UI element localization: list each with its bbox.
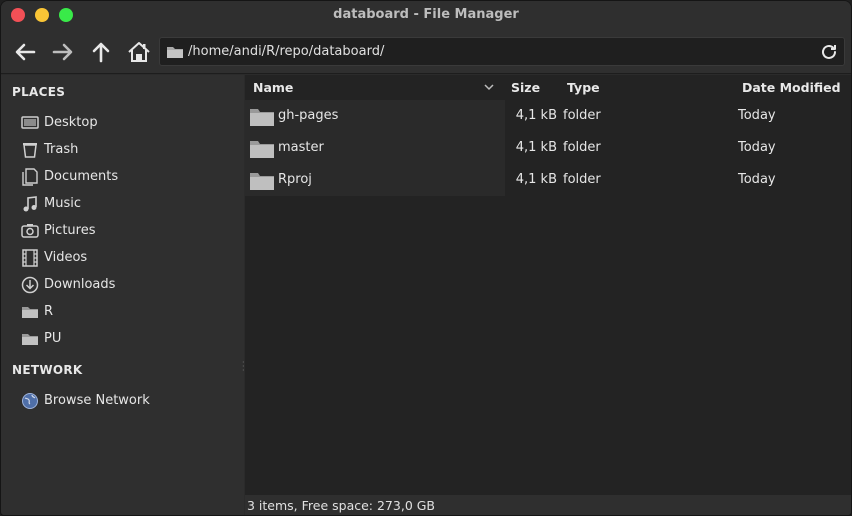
forward-button[interactable] [49, 38, 77, 66]
folder-icon [250, 109, 274, 126]
desktop-icon [21, 116, 39, 129]
sidebar-item-r[interactable]: R [1, 299, 244, 325]
trash-icon [23, 143, 37, 158]
file-type: folder [563, 140, 601, 155]
table-row[interactable]: gh-pages 4,1 kB folder Today [245, 100, 851, 132]
file-name: master [278, 140, 324, 155]
sidebar-item-videos[interactable]: Videos [1, 245, 244, 271]
location-path[interactable]: /home/andi/R/repo/databoard/ [188, 44, 384, 59]
home-icon [128, 42, 150, 62]
sidebar-item-label: Documents [44, 169, 119, 184]
places-heading: PLACES [12, 85, 66, 99]
download-icon [21, 276, 39, 294]
sidebar-item-trash[interactable]: Trash [1, 137, 244, 163]
folder-icon [167, 47, 183, 58]
sidebar: PLACES Desktop Trash Documents Music Pic… [1, 75, 245, 515]
file-name: gh-pages [278, 108, 339, 123]
folder-icon [250, 141, 274, 158]
file-list-view: Name Size Type Date Modified gh-pages 4,… [245, 75, 851, 495]
column-header-name[interactable]: Name [253, 80, 293, 95]
sidebar-item-label: PU [44, 331, 62, 346]
status-bar: 3 items, Free space: 273,0 GB [245, 495, 851, 515]
arrow-left-icon [15, 43, 36, 61]
sidebar-item-label: Trash [44, 142, 79, 157]
file-date-modified: Today [738, 108, 776, 123]
sidebar-item-documents[interactable]: Documents [1, 164, 244, 190]
folder-icon [22, 307, 38, 318]
sidebar-item-music[interactable]: Music [1, 191, 244, 217]
sidebar-item-label: Downloads [44, 277, 116, 292]
sidebar-item-label: R [44, 304, 54, 319]
table-row[interactable]: master 4,1 kB folder Today [245, 132, 851, 164]
sidebar-item-downloads[interactable]: Downloads [1, 272, 244, 298]
film-icon [22, 249, 38, 267]
sidebar-item-label: Browse Network [44, 393, 150, 408]
column-header: Name Size Type Date Modified [245, 75, 851, 101]
documents-icon [22, 168, 38, 186]
chevron-down-icon[interactable] [483, 81, 495, 93]
sidebar-item-label: Music [44, 196, 81, 211]
file-size: 4,1 kB [515, 140, 557, 155]
arrow-up-icon [92, 42, 110, 63]
file-name: Rproj [278, 172, 312, 187]
column-header-size[interactable]: Size [511, 80, 540, 95]
column-header-date-modified[interactable]: Date Modified [742, 80, 841, 95]
folder-icon [250, 173, 274, 190]
file-size: 4,1 kB [515, 108, 557, 123]
folder-icon [22, 334, 38, 345]
location-bar[interactable]: /home/andi/R/repo/databoard/ [159, 37, 845, 66]
sidebar-item-label: Desktop [44, 115, 98, 130]
toolbar: /home/andi/R/repo/databoard/ [1, 29, 851, 74]
column-header-type[interactable]: Type [567, 80, 600, 95]
status-text: 3 items, Free space: 273,0 GB [247, 498, 436, 513]
sidebar-item-browse-network[interactable]: Browse Network [1, 388, 244, 414]
camera-icon [21, 224, 39, 238]
home-button[interactable] [125, 38, 153, 66]
reload-icon[interactable] [819, 42, 839, 62]
network-heading: NETWORK [12, 363, 83, 377]
window-title: databoard - File Manager [333, 7, 519, 22]
globe-icon [22, 393, 38, 409]
sidebar-item-desktop[interactable]: Desktop [1, 110, 244, 136]
back-button[interactable] [11, 38, 39, 66]
table-row[interactable]: Rproj 4,1 kB folder Today [245, 164, 851, 196]
file-date-modified: Today [738, 140, 776, 155]
sidebar-item-pictures[interactable]: Pictures [1, 218, 244, 244]
file-manager-window: databoard - File Manager /home/andi/R/re… [0, 0, 852, 516]
sidebar-item-pu[interactable]: PU [1, 326, 244, 352]
title-bar[interactable]: databoard - File Manager [1, 1, 851, 29]
sidebar-item-label: Pictures [44, 223, 96, 238]
arrow-right-icon [52, 43, 73, 61]
file-size: 4,1 kB [515, 172, 557, 187]
file-type: folder [563, 172, 601, 187]
sidebar-item-label: Videos [44, 250, 88, 265]
parent-folder-button[interactable] [87, 38, 115, 66]
file-date-modified: Today [738, 172, 776, 187]
music-icon [23, 196, 37, 212]
file-type: folder [563, 108, 601, 123]
